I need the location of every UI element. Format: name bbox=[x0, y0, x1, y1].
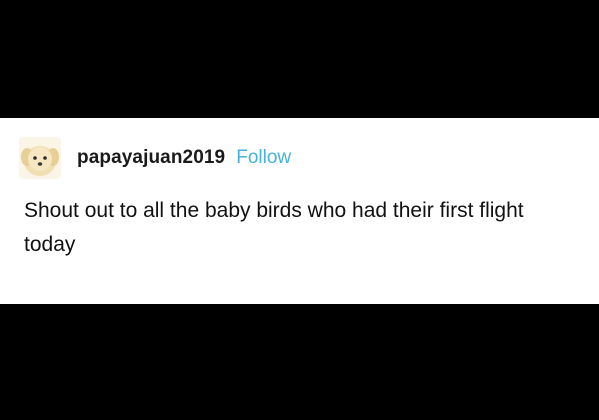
username[interactable]: papayajuan2019 bbox=[77, 147, 225, 169]
follow-button[interactable]: Follow bbox=[236, 147, 291, 169]
post-header: papayajuan2019 Follow bbox=[19, 137, 291, 179]
post-text: Shout out to all the baby birds who had … bbox=[24, 199, 524, 256]
top-black-band bbox=[0, 0, 599, 118]
puppy-avatar-icon[interactable] bbox=[19, 137, 61, 179]
bottom-black-band bbox=[0, 304, 599, 420]
tumblr-post: papayajuan2019 Follow Shout out to all t… bbox=[0, 118, 599, 304]
